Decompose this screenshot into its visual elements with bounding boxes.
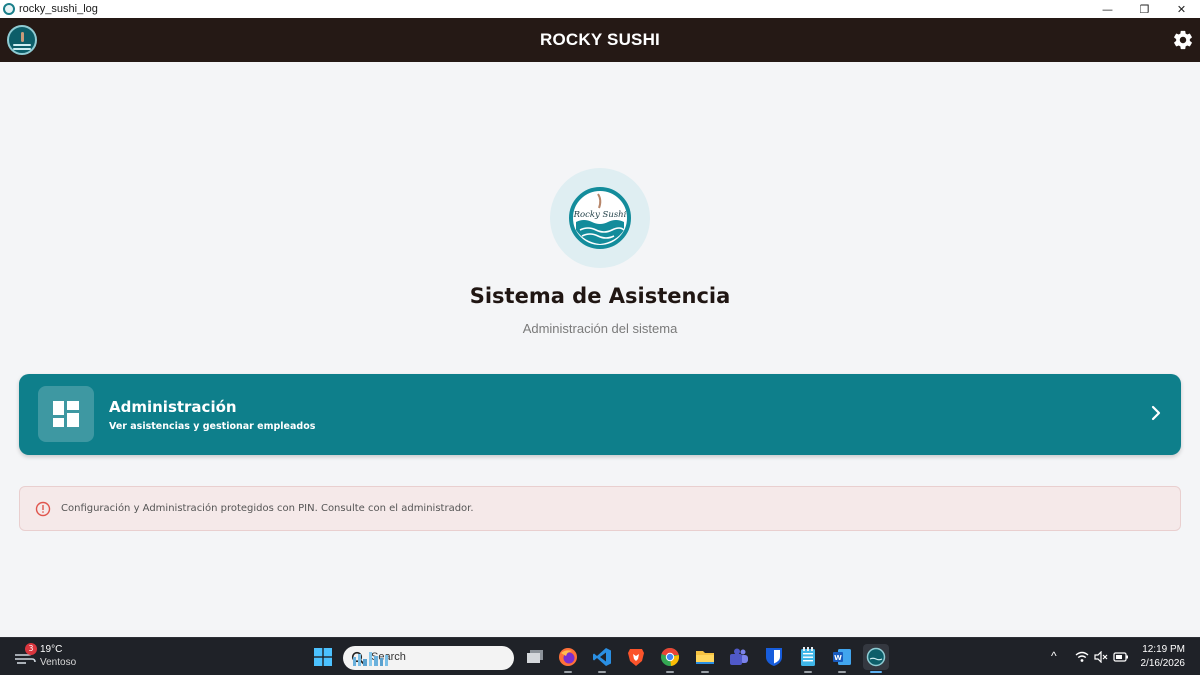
app-title: ROCKY SUSHI xyxy=(540,30,660,49)
admin-card-subtitle: Ver asistencias y gestionar empleados xyxy=(109,421,316,432)
taskbar: 3 19°C Ventoso Search W ^ 12:19 PM 2/16/… xyxy=(0,637,1200,675)
gear-icon[interactable] xyxy=(1172,29,1194,51)
admin-card-title: Administración xyxy=(109,398,237,416)
search-highlight-icon xyxy=(353,652,388,666)
battery-icon[interactable] xyxy=(1113,651,1129,663)
page-title: Sistema de Asistencia xyxy=(469,284,731,308)
hero-logo: Rocky Sushi xyxy=(550,168,650,268)
administration-card[interactable]: Administración Ver asistencias y gestion… xyxy=(19,374,1181,455)
word-taskbar-button[interactable]: W xyxy=(829,644,855,673)
page-subtitle: Administración del sistema xyxy=(522,321,678,336)
wifi-icon[interactable] xyxy=(1075,651,1089,663)
windows-logo-icon xyxy=(314,648,332,666)
rocky-sushi-logo-icon: Rocky Sushi xyxy=(569,187,631,249)
app-header: ROCKY SUSHI xyxy=(0,18,1200,62)
taskbar-search[interactable]: Search xyxy=(343,646,514,670)
firefox-taskbar-button[interactable] xyxy=(555,644,581,673)
system-clock[interactable]: 12:19 PM 2/16/2026 xyxy=(1141,643,1186,671)
restore-button[interactable]: ❐ xyxy=(1126,0,1163,18)
bitwarden-taskbar-button[interactable] xyxy=(761,644,787,670)
chrome-taskbar-button[interactable] xyxy=(657,644,683,673)
clock-time: 12:19 PM xyxy=(1142,644,1185,655)
volume-muted-icon[interactable] xyxy=(1094,651,1108,663)
task-view-button[interactable] xyxy=(522,644,548,670)
window-titlebar: rocky_sushi_log — ❐ ✕ xyxy=(0,0,1200,18)
logo-text: Rocky Sushi xyxy=(573,210,627,220)
rocky-sushi-app-icon xyxy=(866,647,886,667)
windows-start-button[interactable] xyxy=(310,644,336,670)
alert-text: Configuración y Administración protegido… xyxy=(61,503,474,514)
bitwarden-icon xyxy=(766,648,782,666)
tray-overflow-chevron[interactable]: ^ xyxy=(1051,649,1057,663)
file-explorer-taskbar-button[interactable] xyxy=(692,644,718,673)
clock-date: 2/16/2026 xyxy=(1140,658,1186,669)
info-circle-icon xyxy=(35,501,51,517)
window-title: rocky_sushi_log xyxy=(19,3,98,15)
svg-text:W: W xyxy=(834,654,842,662)
notepad-taskbar-button[interactable] xyxy=(795,644,821,673)
weather-badge: 3 xyxy=(25,643,37,655)
weather-temp: 19°C xyxy=(40,644,63,655)
word-icon: W xyxy=(833,649,851,665)
weather-condition: Ventoso xyxy=(40,657,77,668)
weather-widget[interactable]: 3 19°C Ventoso xyxy=(14,643,94,672)
rocky-sushi-log-taskbar-button[interactable] xyxy=(863,644,889,673)
firefox-icon xyxy=(559,648,577,666)
folder-icon xyxy=(696,651,714,664)
minimize-button[interactable]: — xyxy=(1089,0,1126,18)
pin-info-alert: Configuración y Administración protegido… xyxy=(19,486,1181,531)
notepad-icon xyxy=(801,647,815,666)
admin-icon-box xyxy=(38,386,94,442)
window-controls: — ❐ ✕ xyxy=(1089,0,1200,18)
brave-icon xyxy=(628,649,644,666)
app-icon xyxy=(3,3,15,15)
teams-icon xyxy=(730,648,748,665)
brave-taskbar-button[interactable] xyxy=(623,644,649,670)
teams-taskbar-button[interactable] xyxy=(726,644,752,670)
vscode-taskbar-button[interactable] xyxy=(589,644,615,673)
dashboard-icon xyxy=(53,401,79,427)
chrome-icon xyxy=(661,647,680,666)
task-view-icon xyxy=(527,650,543,663)
chevron-right-icon xyxy=(1151,405,1161,421)
vscode-icon xyxy=(593,648,611,666)
close-button[interactable]: ✕ xyxy=(1163,0,1200,18)
